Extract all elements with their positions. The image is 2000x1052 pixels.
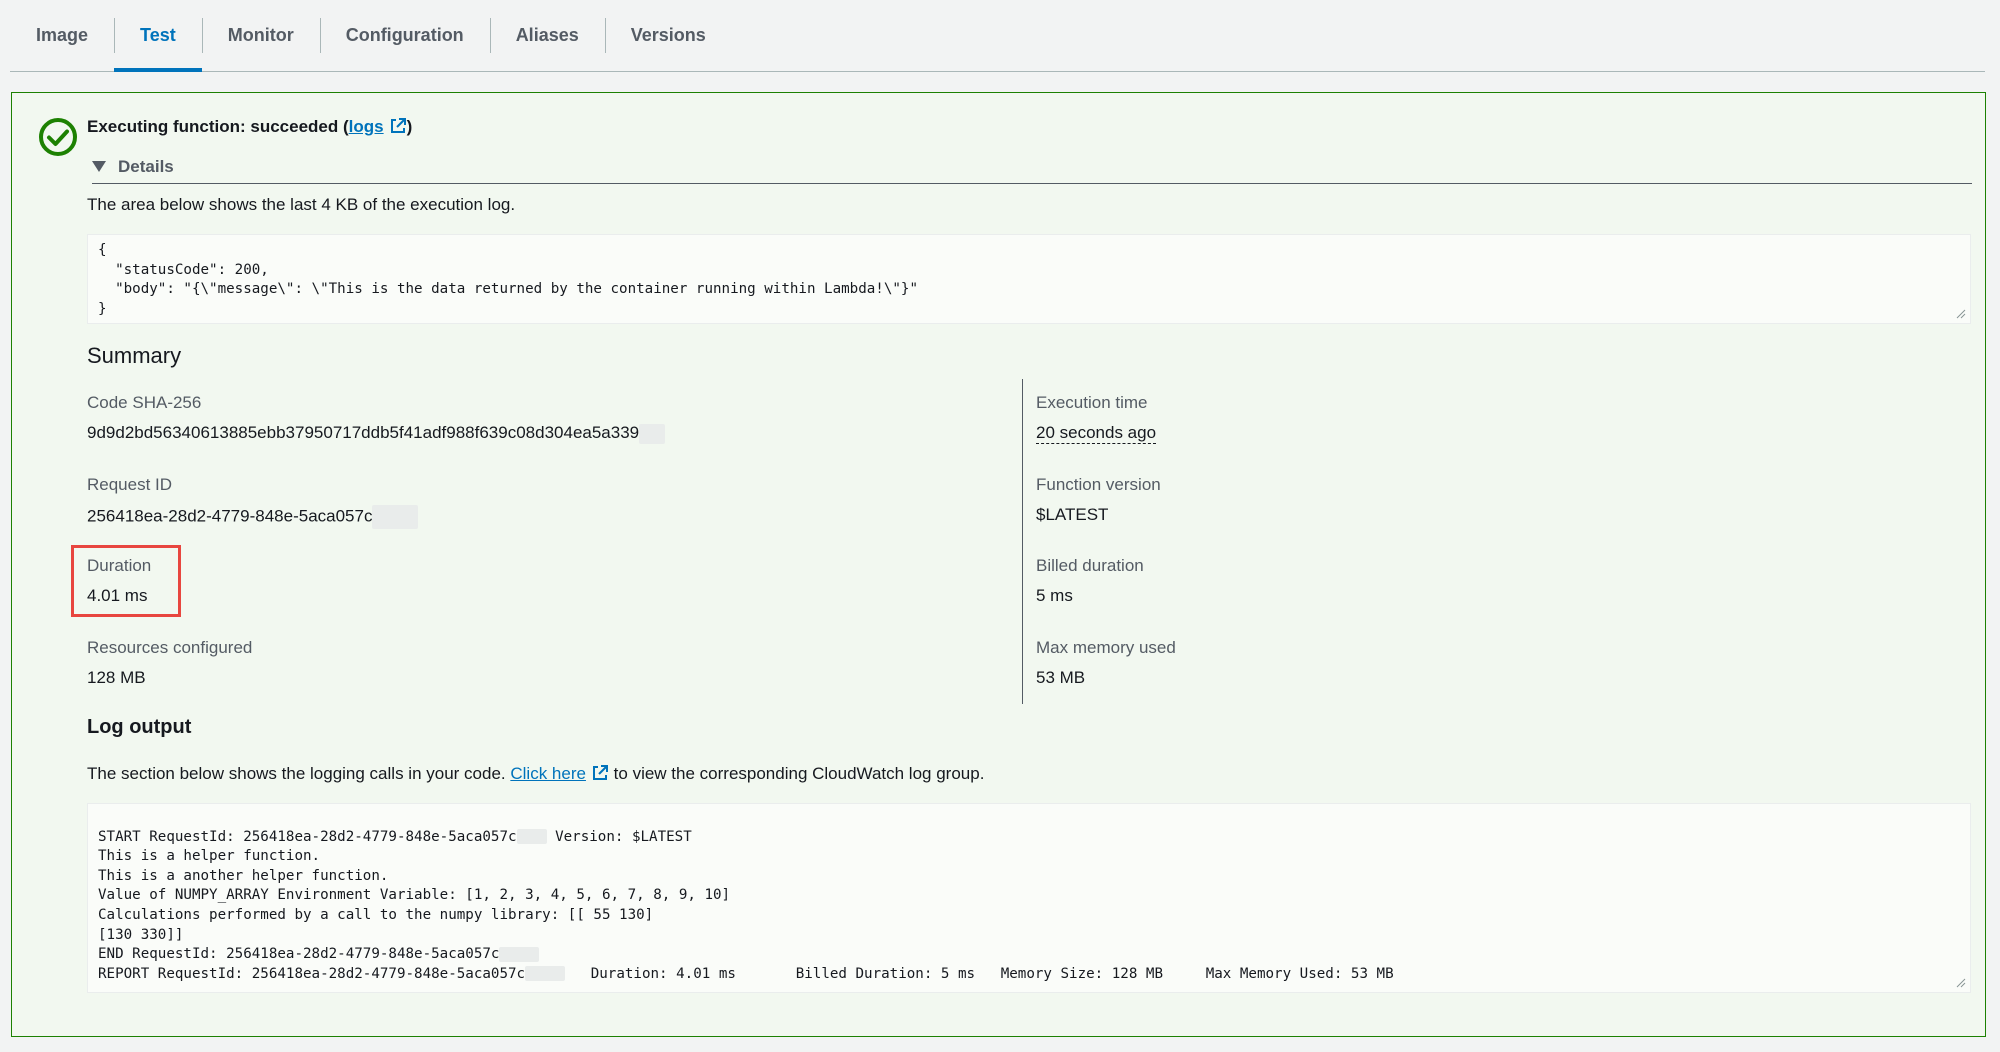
tab-aliases[interactable]: Aliases [489, 0, 605, 71]
max-memory-label: Max memory used [1036, 638, 1176, 657]
redacted-region [525, 966, 566, 982]
code-sha-label: Code SHA-256 [87, 393, 202, 412]
function-version-label: Function version [1036, 475, 1161, 494]
details-label: Details [118, 156, 174, 176]
billed-duration-label: Billed duration [1036, 556, 1144, 575]
execution-log-textarea[interactable]: { "statusCode": 200, "body": "{\"message… [87, 234, 1971, 324]
log-line: This is a helper function. [98, 848, 321, 865]
external-link-icon [390, 118, 406, 133]
summary-heading: Summary [87, 343, 182, 368]
request-id-label: Request ID [87, 475, 173, 494]
log-output-heading: Log output [87, 716, 192, 738]
tab-image[interactable]: Image [10, 0, 114, 71]
execution-log-text: { "statusCode": 200, "body": "{\"message… [98, 242, 918, 317]
caret-down-icon [92, 161, 106, 172]
log-line: Calculations performed by a call to the … [98, 906, 654, 923]
resources-configured-value: 128 MB [87, 668, 146, 687]
request-id-value: 256418ea-28d2-4779-848e-5aca057c [87, 505, 419, 529]
redacted-region [499, 946, 540, 962]
logs-link[interactable]: logs [349, 117, 407, 136]
log-output-description: The section below shows the logging call… [87, 764, 985, 783]
summary-column-divider [1022, 379, 1023, 704]
resize-handle-icon[interactable] [1956, 309, 1966, 319]
execution-time-label: Execution time [1036, 393, 1148, 412]
execution-status-text: Executing function: succeeded ( [87, 117, 349, 136]
details-expander[interactable]: Details [92, 150, 1972, 184]
tab-configuration[interactable]: Configuration [319, 0, 490, 71]
resources-configured-label: Resources configured [87, 638, 253, 657]
execution-status: Executing function: succeeded (logs) [87, 117, 413, 136]
log-area-description: The area below shows the last 4 KB of th… [87, 195, 516, 214]
code-sha-value: 9d9d2bd56340613885ebb37950717ddb5f41adf9… [87, 423, 666, 444]
tab-monitor[interactable]: Monitor [201, 0, 320, 71]
execution-result-panel: Executing function: succeeded (logs) Det… [11, 92, 1986, 1037]
log-line: END RequestId: 256418ea-28d2-4779-848e-5… [98, 945, 1960, 965]
log-line: Value of NUMPY_ARRAY Environment Variabl… [98, 887, 731, 904]
tab-bar: Image Test Monitor Configuration Aliases… [10, 0, 1985, 72]
external-link-icon [592, 765, 608, 780]
tab-test[interactable]: Test [114, 0, 202, 72]
resize-handle-icon[interactable] [1956, 978, 1966, 988]
log-line: REPORT RequestId: 256418ea-28d2-4779-848… [98, 965, 1394, 982]
cloudwatch-click-here-link[interactable]: Click here [510, 764, 609, 783]
success-check-icon [39, 118, 77, 156]
tab-versions[interactable]: Versions [604, 0, 732, 71]
log-line: [130 330]] [98, 926, 184, 943]
execution-time-value[interactable]: 20 seconds ago [1036, 423, 1157, 444]
redacted-region [516, 829, 547, 845]
max-memory-value: 53 MB [1036, 668, 1086, 687]
redacted-region [372, 505, 419, 529]
log-line: START RequestId: 256418ea-28d2-4779-848e… [98, 828, 692, 845]
log-output-textarea[interactable]: START RequestId: 256418ea-28d2-4779-848e… [87, 803, 1971, 993]
billed-duration-value: 5 ms [1036, 586, 1073, 605]
duration-highlight-box [71, 545, 181, 617]
log-line: This is a another helper function. [98, 867, 389, 884]
redacted-region [639, 423, 666, 444]
function-version-value: $LATEST [1036, 505, 1109, 524]
